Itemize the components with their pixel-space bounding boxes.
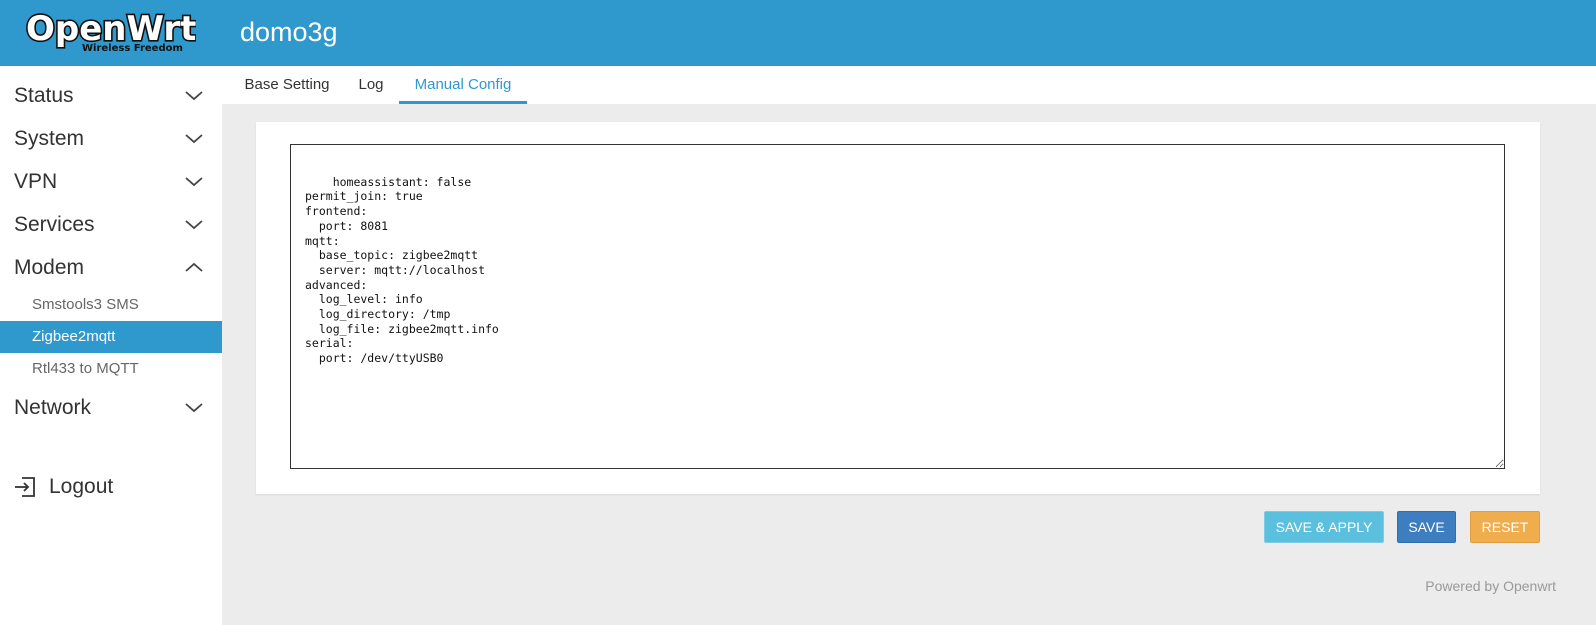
submenu-item-zigbee2mqtt[interactable]: Zigbee2mqtt (0, 321, 222, 353)
sidebar-item-modem[interactable]: Modem (0, 248, 222, 288)
sidebar: Status System VPN Services Modem Smstool… (0, 66, 222, 625)
logout-label: Logout (49, 475, 114, 498)
sidebar-item-label: Modem (14, 256, 85, 279)
chevron-down-icon (184, 217, 204, 231)
chevron-down-icon (184, 400, 204, 414)
sidebar-item-label: Services (14, 213, 95, 236)
chevron-down-icon (184, 88, 204, 102)
logout-icon (13, 476, 37, 498)
openwrt-logo[interactable]: OpenWrt Wireless Freedom (24, 7, 198, 56)
save-button[interactable]: SAVE (1397, 511, 1456, 543)
chevron-down-icon (184, 174, 204, 188)
tab-manual-config[interactable]: Manual Config (399, 66, 527, 104)
chevron-down-icon (184, 131, 204, 145)
config-panel: homeassistant: false permit_join: true f… (256, 122, 1540, 494)
tab-log[interactable]: Log (350, 66, 392, 104)
sidebar-item-status[interactable]: Status (0, 76, 222, 116)
sidebar-item-label: VPN (14, 170, 58, 193)
logout-button[interactable]: Logout (0, 470, 222, 504)
reset-button[interactable]: RESET (1470, 511, 1540, 543)
submenu-item-label: Smstools3 SMS (32, 296, 139, 313)
svg-text:Wireless Freedom: Wireless Freedom (82, 43, 183, 54)
hostname: domo3g (240, 17, 338, 47)
tab-bar: Base Setting Log Manual Config (222, 66, 1596, 104)
sidebar-item-network[interactable]: Network (0, 388, 222, 428)
sidebar-item-label: Status (14, 84, 74, 107)
config-editor[interactable]: homeassistant: false permit_join: true f… (290, 144, 1505, 469)
sidebar-item-label: Network (14, 396, 92, 419)
save-apply-button[interactable]: SAVE & APPLY (1264, 511, 1384, 543)
submenu-item-smstools3-sms[interactable]: Smstools3 SMS (0, 289, 222, 321)
footer-powered-by: Powered by Openwrt (1425, 578, 1556, 594)
sidebar-item-services[interactable]: Services (0, 205, 222, 245)
tab-base-setting[interactable]: Base Setting (238, 66, 336, 104)
sidebar-item-label: System (14, 127, 85, 150)
resize-grip-icon[interactable] (1494, 458, 1503, 467)
submenu-item-label: Rtl433 to MQTT (32, 360, 139, 377)
submenu-item-rtl433-to-mqtt[interactable]: Rtl433 to MQTT (0, 353, 222, 385)
submenu-item-label: Zigbee2mqtt (32, 328, 116, 345)
sidebar-item-vpn[interactable]: VPN (0, 162, 222, 202)
chevron-up-icon (184, 260, 204, 274)
config-editor-content[interactable]: homeassistant: false permit_join: true f… (305, 175, 499, 365)
header: OpenWrt Wireless Freedom domo3g (0, 0, 1596, 66)
sidebar-item-system[interactable]: System (0, 119, 222, 159)
